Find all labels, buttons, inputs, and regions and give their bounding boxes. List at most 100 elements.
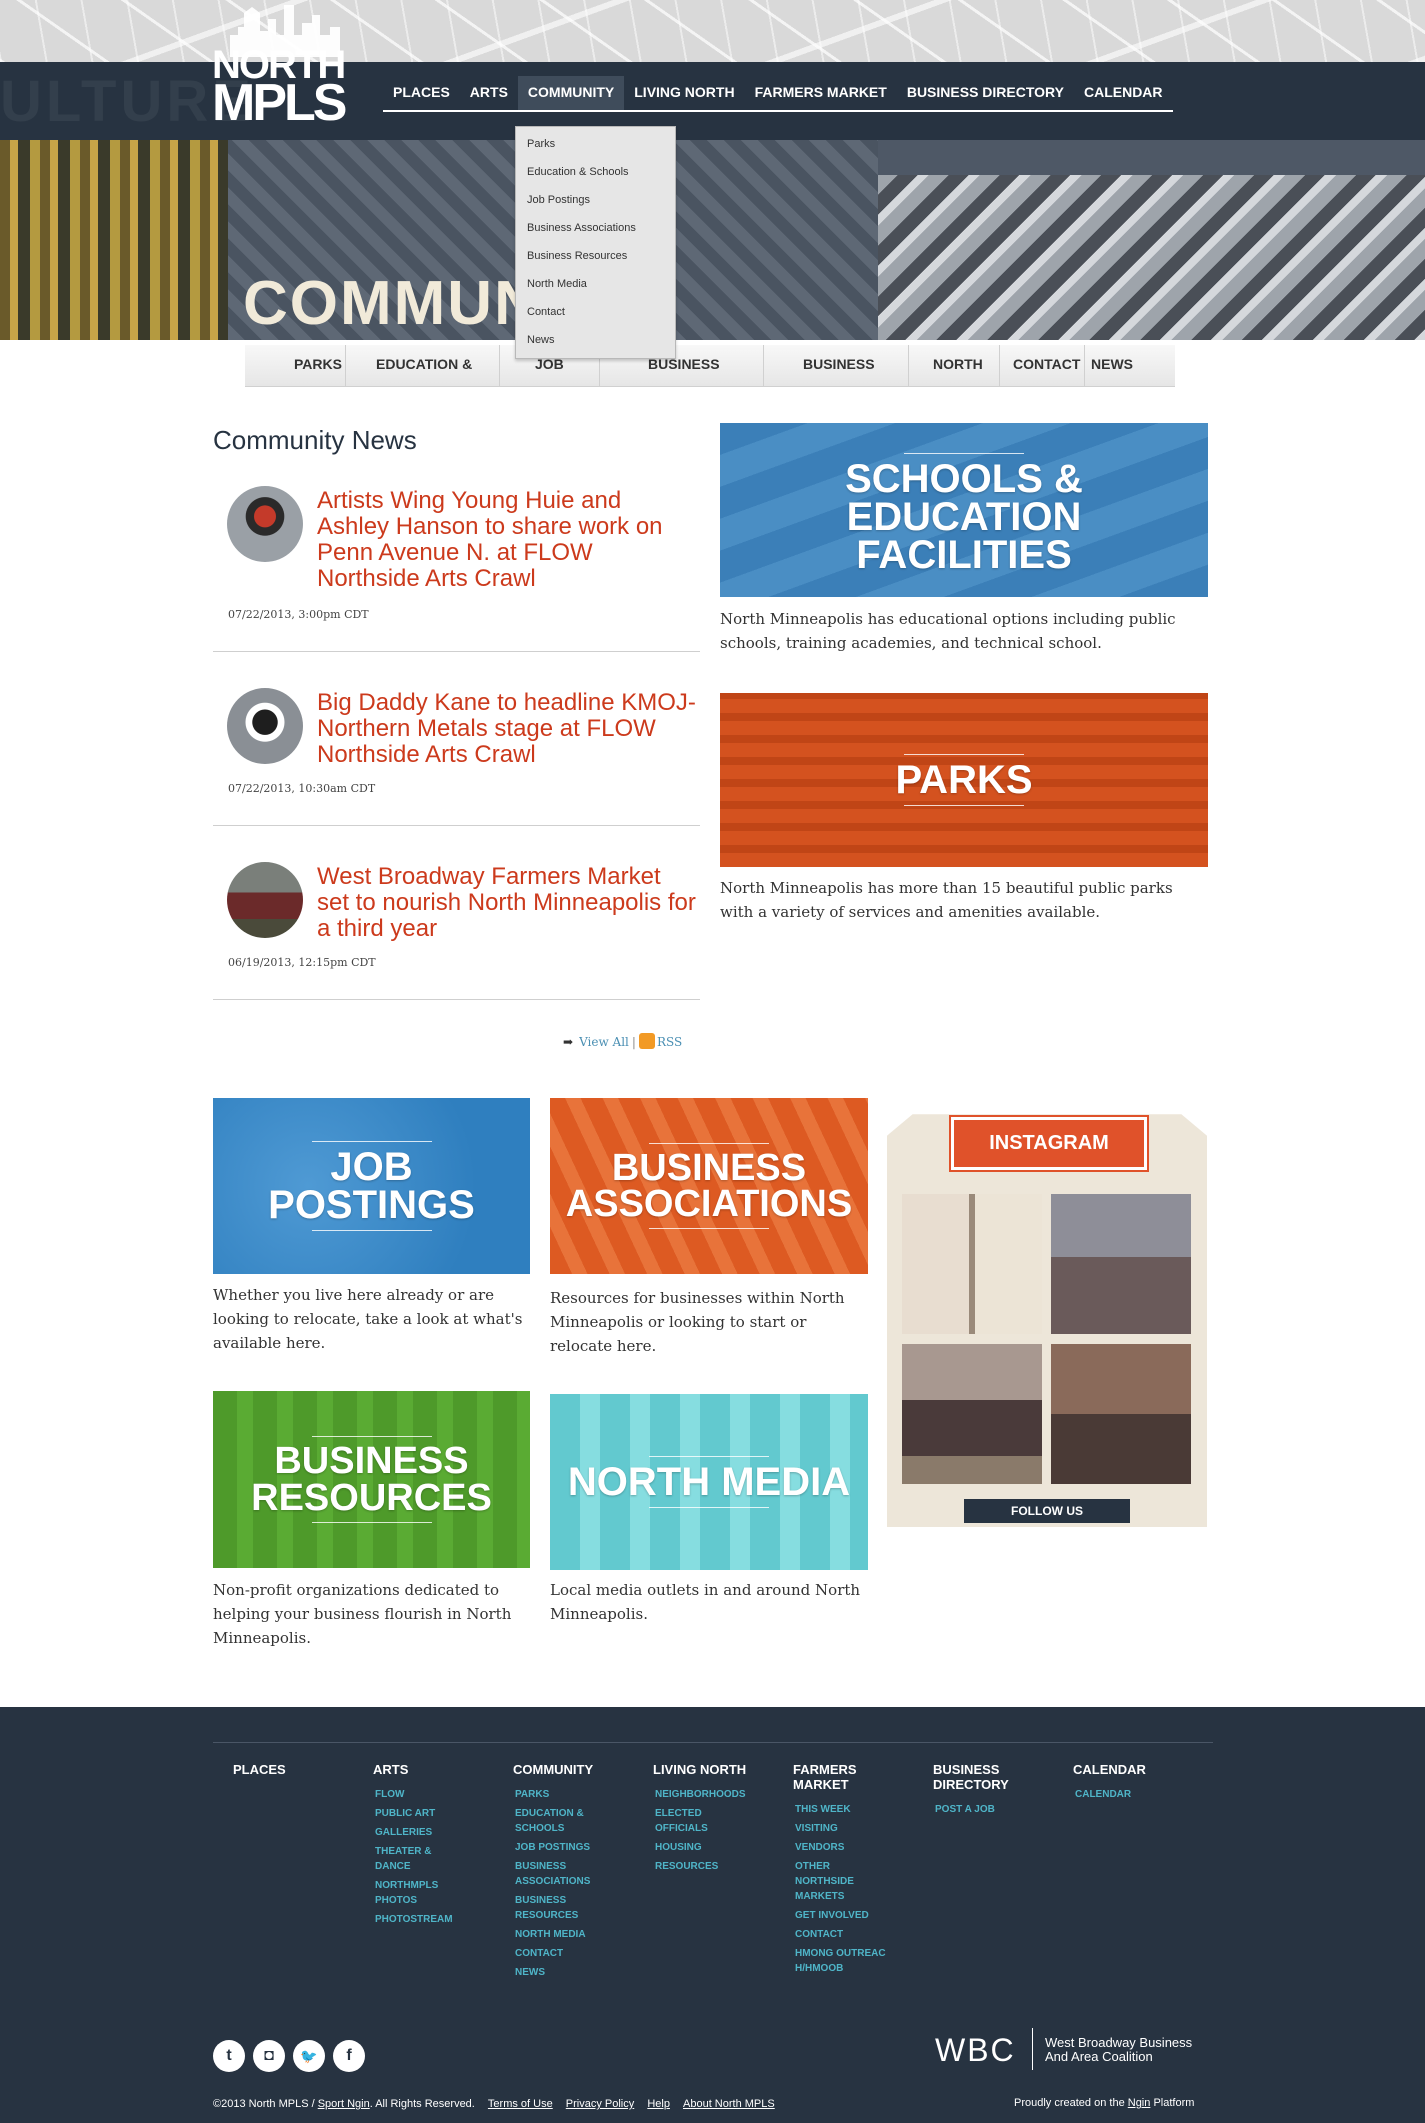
subnav-parks[interactable]: PARKS [294,356,342,372]
news-avatar[interactable] [227,486,303,562]
instagram-icon[interactable]: ◘ [253,2040,285,2072]
footer-link[interactable]: THIS WEEK [793,1802,923,1817]
rss-link[interactable]: RSS [657,1035,682,1049]
subnav-contact[interactable]: CONTACT [1013,356,1080,372]
news-date: 07/22/2013, 10:30am CDT [228,782,376,795]
footer-link[interactable]: PHOTOSTREAM [373,1912,503,1927]
footer-heading[interactable]: CALENDAR [1073,1762,1203,1777]
footer-link[interactable]: THEATER & DANCE [373,1844,443,1874]
terms-link[interactable]: Terms of Use [488,2098,553,2110]
nav-calendar[interactable]: CALENDAR [1074,76,1173,110]
subnav-business-resources[interactable]: BUSINESS [803,356,875,372]
footer-link[interactable]: JOB POSTINGS [513,1840,643,1855]
site-logo[interactable]: NORTH MPLS [212,5,358,129]
instagram-photo[interactable] [902,1194,1042,1334]
subnav-news[interactable]: NEWS [1091,356,1133,372]
view-all-link[interactable]: View All [579,1035,629,1049]
footer-heading[interactable]: ARTS [373,1762,503,1777]
parks-tile[interactable]: PARKS [720,693,1208,867]
subnav-north[interactable]: NORTH [933,356,983,372]
footer-link[interactable]: VENDORS [793,1840,923,1855]
community-news-heading: Community News [213,425,417,455]
wbc-line2: And Area Coalition [1045,2049,1153,2064]
footer-heading[interactable]: LIVING NORTH [653,1762,783,1777]
nav-business-directory[interactable]: BUSINESS DIRECTORY [897,76,1074,110]
rss-icon[interactable] [638,1033,655,1049]
footer-link[interactable]: BUSINESS ASSOCIATIONS [513,1859,603,1889]
nav-community[interactable]: COMMUNITY [517,76,625,110]
footer-link[interactable]: PARKS [513,1787,643,1802]
footer-link[interactable]: EDUCATION & SCHOOLS [513,1806,593,1836]
news-item: Big Daddy Kane to headline KMOJ-Northern… [213,652,700,826]
footer-link[interactable]: NORTHMPLS PHOTOS [373,1878,453,1908]
wbc-logo[interactable]: WBC [935,2032,1016,2069]
footer-link[interactable]: NEWS [513,1965,643,1980]
instagram-title: INSTAGRAM [989,1132,1109,1154]
dropdown-item-education[interactable]: Education & Schools [516,163,675,191]
tile-rule [649,1142,769,1144]
business-associations-tile[interactable]: BUSINESS ASSOCIATIONS [550,1098,868,1274]
news-headline[interactable]: West Broadway Farmers Market set to nour… [317,864,697,942]
dropdown-item-business-resources[interactable]: Business Resources [516,247,675,275]
footer-link[interactable]: VISITING [793,1821,923,1836]
footer-link[interactable]: NORTH MEDIA [513,1927,643,1942]
hero-photo-right [878,175,1425,340]
dropdown-item-business-associations[interactable]: Business Associations [516,219,675,247]
nav-farmers-market[interactable]: FARMERS MARKET [745,76,897,110]
news-headline[interactable]: Artists Wing Young Huie and Ashley Hanso… [317,488,697,592]
dropdown-item-contact[interactable]: Contact [516,303,675,331]
footer-link[interactable]: POST A JOB [933,1802,1063,1817]
follow-us-button[interactable]: FOLLOW US [964,1499,1130,1523]
twitter-icon[interactable]: 🐦 [293,2040,325,2072]
wbc-divider [1032,2028,1033,2070]
footer-link[interactable]: HOUSING [653,1840,783,1855]
facebook-icon[interactable]: f [333,2040,365,2072]
instagram-photo[interactable] [1051,1344,1191,1484]
hero-title: COMMUN [243,269,541,338]
nav-arts[interactable]: ARTS [460,76,518,110]
footer-link[interactable]: CONTACT [793,1927,923,1942]
tumblr-icon[interactable]: t [213,2040,245,2072]
dropdown-item-job-postings[interactable]: Job Postings [516,191,675,219]
parks-tile-title: PARKS [895,758,1033,802]
news-headline[interactable]: Big Daddy Kane to headline KMOJ-Northern… [317,690,697,768]
news-avatar[interactable] [227,862,303,938]
dropdown-item-north-media[interactable]: North Media [516,275,675,303]
sport-ngin-link[interactable]: Sport Ngin [318,2098,370,2110]
footer-link[interactable]: RESOURCES [653,1859,783,1874]
privacy-link[interactable]: Privacy Policy [566,2098,634,2110]
nav-places[interactable]: PLACES [383,76,460,110]
footer-link[interactable]: NEIGHBORHOODS [653,1787,783,1802]
footer-heading[interactable]: BUSINESS DIRECTORY [933,1762,1013,1792]
about-link[interactable]: About North MPLS [683,2098,775,2110]
job-postings-tile[interactable]: JOB POSTINGS [213,1098,530,1274]
ngin-link[interactable]: Ngin [1128,2097,1151,2109]
footer-link[interactable]: GET INVOLVED [793,1908,923,1923]
news-avatar[interactable] [227,688,303,764]
footer-link[interactable]: CALENDAR [1073,1787,1203,1802]
instagram-photo[interactable] [1051,1194,1191,1334]
footer-heading[interactable]: FARMERS MARKET [793,1762,863,1792]
schools-tile[interactable]: SCHOOLS & EDUCATION FACILITIES [720,423,1208,597]
instagram-photo[interactable] [902,1344,1042,1484]
instagram-banner[interactable]: INSTAGRAM [949,1115,1149,1172]
dropdown-item-news[interactable]: News [516,331,675,359]
footer-link[interactable]: OTHER NORTHSIDE MARKETS [793,1859,863,1904]
subnav-education[interactable]: EDUCATION & [376,356,472,372]
north-media-tile[interactable]: NORTH MEDIA [550,1394,868,1570]
footer-link[interactable]: CONTACT [513,1946,643,1961]
nav-living-north[interactable]: LIVING NORTH [624,76,744,110]
help-link[interactable]: Help [647,2098,670,2110]
footer-divider [213,1742,1213,1743]
dropdown-item-parks[interactable]: Parks [516,135,675,163]
business-resources-tile[interactable]: BUSINESS RESOURCES [213,1391,530,1568]
footer-link[interactable]: BUSINESS RESOURCES [513,1893,593,1923]
footer-link[interactable]: PUBLIC ART [373,1806,503,1821]
footer-heading[interactable]: COMMUNITY [513,1762,643,1777]
footer-heading[interactable]: PLACES [233,1762,363,1777]
footer-link[interactable]: GALLERIES [373,1825,503,1840]
footer-link[interactable]: FLOW [373,1787,503,1802]
footer-col-arts: ARTS FLOW PUBLIC ART GALLERIES THEATER &… [373,1762,503,1931]
footer-link[interactable]: ELECTED OFFICIALS [653,1806,723,1836]
footer-link[interactable]: HMONG OUTREACH/HMOOB [793,1946,888,1976]
